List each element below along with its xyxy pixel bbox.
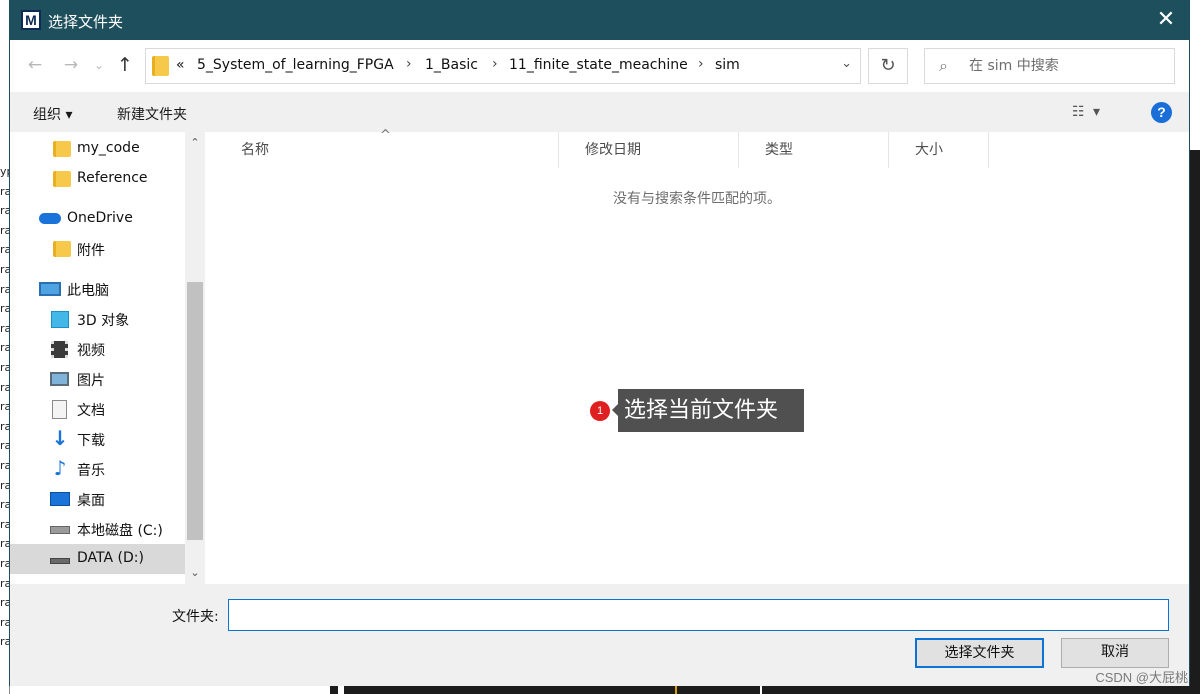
- column-header-modified[interactable]: 修改日期: [559, 132, 739, 168]
- back-button[interactable]: ←: [24, 54, 46, 76]
- navigation-pane-scrollbar[interactable]: ⌃ ⌄: [185, 132, 205, 584]
- close-button[interactable]: ✕: [1143, 1, 1189, 40]
- title-bar[interactable]: M 选择文件夹 ✕: [10, 1, 1189, 40]
- search-icon: ⌕: [939, 56, 948, 75]
- document-icon: [52, 400, 67, 419]
- folder-icon: [53, 241, 71, 257]
- tree-item-label: 本地磁盘 (C:): [77, 523, 163, 539]
- tree-item-label: my_code: [77, 140, 140, 156]
- scroll-up-button[interactable]: ⌃: [185, 136, 205, 149]
- navigation-bar: ← → ⌄ ↑ « 5_System_of_learning_FPGA › 1_…: [10, 40, 1189, 92]
- dialog-footer: 文件夹: 选择文件夹 取消: [10, 584, 1189, 686]
- tree-item-label: 附件: [77, 243, 105, 259]
- tree-item-attachments[interactable]: 附件: [10, 234, 185, 264]
- annotation-callout: 选择当前文件夹: [618, 389, 804, 432]
- tree-item-label: 视频: [77, 343, 105, 359]
- tree-item-label: Reference: [77, 170, 148, 186]
- forward-button[interactable]: →: [60, 54, 82, 76]
- computer-icon: [39, 282, 61, 296]
- folder-field-label: 文件夹:: [172, 609, 219, 625]
- select-folder-dialog: M 选择文件夹 ✕ ← → ⌄ ↑ « 5_System_of_learning…: [9, 0, 1190, 686]
- tree-item-local-disk-c[interactable]: 本地磁盘 (C:): [10, 514, 185, 544]
- tree-item-reference[interactable]: Reference: [10, 164, 185, 194]
- tree-item-label: 文档: [77, 403, 105, 419]
- tree-item-label: 此电脑: [67, 283, 109, 299]
- picture-icon: [50, 372, 69, 386]
- tree-item-videos[interactable]: 视频: [10, 334, 185, 364]
- breadcrumb-item[interactable]: 5_System_of_learning_FPGA: [197, 57, 394, 73]
- tree-item-desktop[interactable]: 桌面: [10, 484, 185, 514]
- tree-item-data-d[interactable]: DATA (D:): [10, 544, 185, 574]
- tree-item-label: 音乐: [77, 463, 105, 479]
- address-dropdown-button[interactable]: ⌄: [841, 56, 852, 71]
- tree-item-label: DATA (D:): [77, 550, 144, 566]
- cube-icon: [51, 311, 69, 328]
- tree-item-label: OneDrive: [67, 210, 133, 226]
- breadcrumb-separator[interactable]: ›: [492, 56, 498, 72]
- help-button[interactable]: ?: [1151, 102, 1172, 123]
- breadcrumb-separator[interactable]: ›: [406, 56, 412, 72]
- view-options-button[interactable]: ☷ ▾: [1072, 104, 1102, 120]
- tree-item-label: 3D 对象: [77, 313, 130, 329]
- address-bar[interactable]: « 5_System_of_learning_FPGA › 1_Basic › …: [145, 48, 861, 84]
- drive-icon: [50, 526, 70, 534]
- empty-state-message: 没有与搜索条件匹配的项。: [613, 191, 781, 207]
- column-header-size[interactable]: 大小: [889, 132, 989, 168]
- column-header-type[interactable]: 类型: [739, 132, 889, 168]
- drive-icon: [50, 558, 70, 564]
- search-box[interactable]: ⌕: [924, 48, 1175, 84]
- breadcrumb-overflow-button[interactable]: «: [176, 57, 185, 73]
- refresh-button[interactable]: ↻: [868, 48, 908, 84]
- breadcrumb-item[interactable]: 11_finite_state_meachine: [509, 57, 688, 73]
- new-folder-button[interactable]: 新建文件夹: [117, 104, 187, 124]
- tree-item-onedrive[interactable]: OneDrive: [10, 204, 185, 234]
- organize-button[interactable]: 组织 ▾: [33, 104, 72, 124]
- tree-item-downloads[interactable]: ↓ 下载: [10, 424, 185, 454]
- recent-locations-button[interactable]: ⌄: [92, 54, 106, 76]
- navigation-pane: my_code Reference OneDrive 附件 此电脑 3D 对象 …: [10, 132, 185, 584]
- window-title: 选择文件夹: [48, 13, 124, 31]
- download-icon: ↓: [51, 426, 69, 450]
- search-input[interactable]: [969, 55, 1169, 77]
- select-folder-button[interactable]: 选择文件夹: [915, 638, 1044, 668]
- video-icon: [51, 341, 68, 358]
- breadcrumb-item[interactable]: 1_Basic: [425, 57, 478, 73]
- file-list: ^ 名称 修改日期 类型 大小 没有与搜索条件匹配的项。: [205, 128, 1189, 584]
- tree-item-documents[interactable]: 文档: [10, 394, 185, 424]
- folder-icon: [152, 56, 169, 76]
- cancel-button[interactable]: 取消: [1061, 638, 1169, 668]
- up-button[interactable]: ↑: [114, 54, 136, 76]
- tree-item-music[interactable]: ♪ 音乐: [10, 454, 185, 484]
- tree-item-label: 图片: [77, 373, 105, 389]
- scroll-down-button[interactable]: ⌄: [185, 566, 205, 579]
- command-bar: 组织 ▾ 新建文件夹 ☷ ▾ ?: [10, 92, 1189, 132]
- scroll-thumb[interactable]: [187, 282, 203, 540]
- tree-item-label: 桌面: [77, 493, 105, 509]
- desktop-icon: [50, 492, 70, 506]
- breadcrumb-item[interactable]: sim: [715, 57, 740, 73]
- app-icon: M: [21, 10, 41, 30]
- column-header-name[interactable]: 名称: [215, 132, 559, 168]
- annotation-step-badge: 1: [590, 401, 610, 421]
- folder-name-input[interactable]: [228, 599, 1169, 631]
- cloud-icon: [39, 213, 61, 224]
- watermark: CSDN @大屁桃: [1095, 670, 1188, 685]
- tree-item-label: 下载: [77, 433, 105, 449]
- tree-item-pictures[interactable]: 图片: [10, 364, 185, 394]
- breadcrumb-separator[interactable]: ›: [698, 56, 704, 72]
- tree-item-this-pc[interactable]: 此电脑: [10, 274, 185, 304]
- tree-item-3d-objects[interactable]: 3D 对象: [10, 304, 185, 334]
- tree-item-my-code[interactable]: my_code: [10, 134, 185, 164]
- folder-icon: [53, 141, 71, 157]
- music-icon: ♪: [53, 456, 67, 480]
- folder-icon: [53, 171, 71, 187]
